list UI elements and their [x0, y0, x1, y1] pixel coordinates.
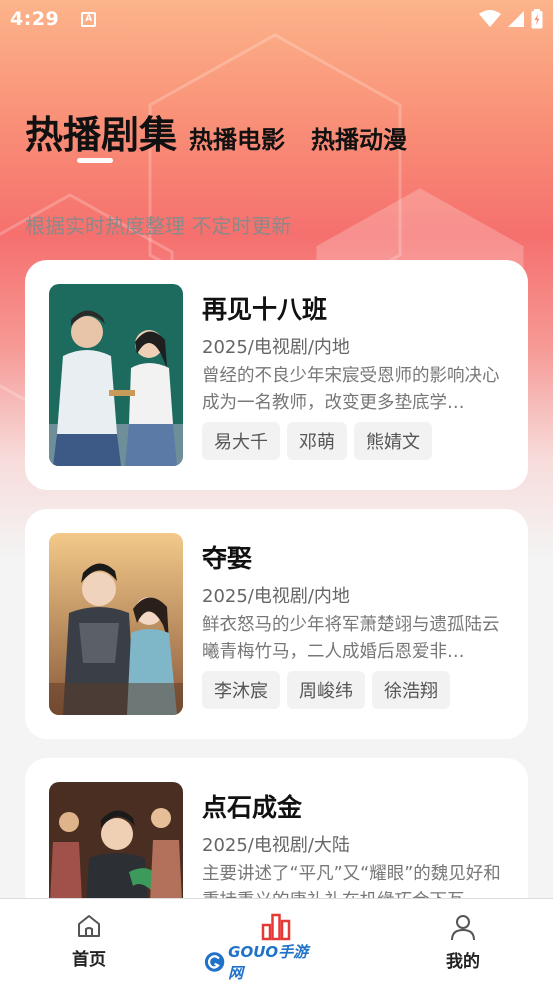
bar-chart-icon [261, 913, 291, 941]
cast-tag[interactable]: 熊婧文 [354, 422, 432, 460]
drama-meta: 2025/电视剧/内地 [202, 337, 350, 358]
cast-tag[interactable]: 易大千 [202, 422, 280, 460]
list-subtitle: 根据实时热度整理 不定时更新 [25, 214, 292, 238]
drama-title: 再见十八班 [202, 295, 328, 324]
status-bar: 4:29 A [0, 0, 553, 38]
signal-icon [508, 11, 524, 27]
site-watermark: GOUO手游网 [204, 943, 312, 982]
tab-hot-series[interactable]: 热播剧集 [25, 104, 177, 159]
drama-poster [49, 284, 183, 466]
drama-description: 鲜衣怒马的少年将军萧楚翊与遗孤陆云曦青梅竹马，二人成婚后恩爱非… [202, 615, 500, 662]
cast-tag[interactable]: 周峻纬 [287, 671, 365, 709]
notification-icon: A [81, 11, 97, 27]
drama-card[interactable]: 夺娶 2025/电视剧/内地 鲜衣怒马的少年将军萧楚翊与遗孤陆云曦青梅竹马，二人… [25, 509, 528, 739]
battery-icon [531, 9, 543, 29]
nav-profile-label: 我的 [446, 952, 480, 972]
status-icons [479, 9, 543, 29]
drama-card[interactable]: 再见十八班 2025/电视剧/内地 曾经的不良少年宋宸受恩师的影响决心成为一名教… [25, 260, 528, 490]
watermark-logo-icon [204, 952, 225, 972]
tab-hot-anime[interactable]: 热播动漫 [311, 120, 407, 159]
nav-home-label: 首页 [72, 950, 106, 970]
category-tabs: 热播剧集 热播电影 热播动漫 [25, 104, 407, 159]
wifi-icon [479, 10, 501, 27]
nav-home[interactable]: 首页 [72, 913, 106, 970]
drama-description: 曾经的不良少年宋宸受恩师的影响决心成为一名教师，改变更多垫底学… [202, 366, 500, 413]
home-icon [78, 915, 100, 937]
nav-profile[interactable]: 我的 [446, 913, 480, 972]
drama-meta: 2025/电视剧/内地 [202, 586, 350, 607]
user-icon [451, 915, 475, 941]
tab-hot-movies[interactable]: 热播电影 [189, 120, 285, 159]
drama-poster [49, 533, 183, 715]
drama-title: 夺娶 [202, 544, 253, 573]
drama-meta: 2025/电视剧/大陆 [202, 835, 350, 856]
cast-tags: 易大千 邓萌 熊婧文 [202, 422, 432, 460]
status-time: 4:29 [10, 8, 60, 30]
cast-tags: 李沐宸 周峻纬 徐浩翔 [202, 671, 450, 709]
cast-tag[interactable]: 李沐宸 [202, 671, 280, 709]
cast-tag[interactable]: 邓萌 [287, 422, 347, 460]
cast-tag[interactable]: 徐浩翔 [372, 671, 450, 709]
active-tab-indicator [77, 158, 113, 163]
drama-title: 点石成金 [202, 793, 303, 822]
watermark-text: GOUO手游网 [228, 943, 309, 982]
